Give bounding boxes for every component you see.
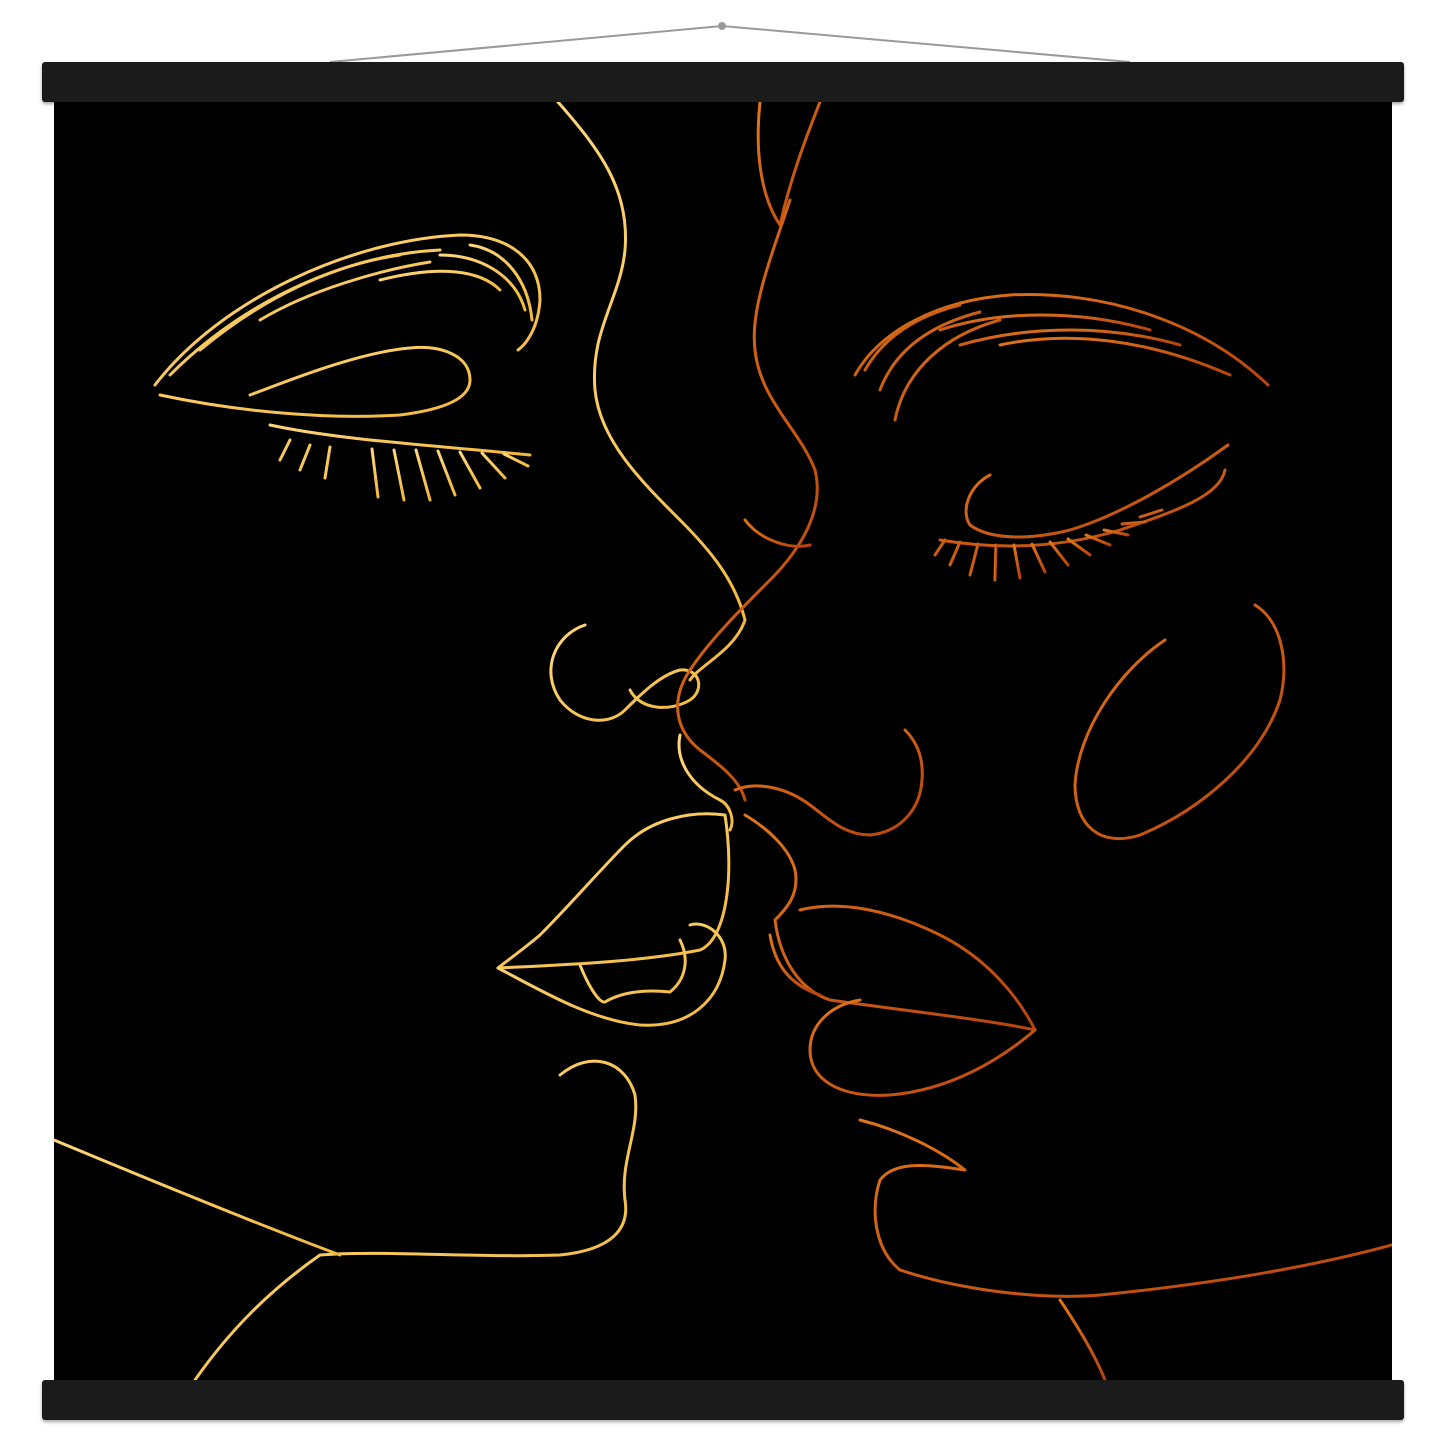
line-art-illustration	[54, 102, 1392, 1380]
right-eyelash	[993, 543, 998, 582]
top-hanger-bar	[42, 62, 1404, 102]
right-eyelash	[1120, 520, 1147, 526]
poster-background	[54, 102, 1392, 1380]
hanging-cord	[329, 22, 1131, 63]
poster-artwork	[54, 102, 1392, 1380]
bottom-hanger-bar	[42, 1380, 1404, 1420]
poster-scene	[0, 0, 1445, 1445]
